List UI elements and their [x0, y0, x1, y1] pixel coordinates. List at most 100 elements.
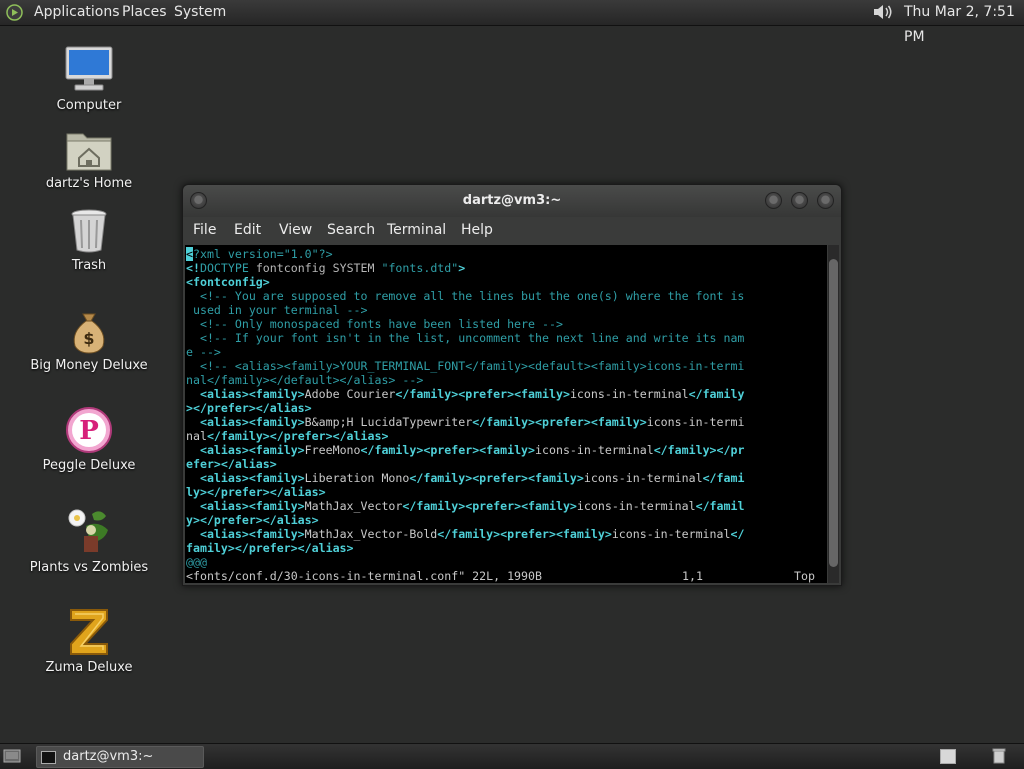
terminal-line: <alias><family>MathJax_Vector</family><p… — [186, 499, 827, 513]
svg-text:P: P — [79, 416, 99, 446]
terminal-text-segment: <alias><family> — [186, 471, 305, 485]
terminal-text-segment: DOCTYPE — [199, 261, 249, 275]
workspace-switcher[interactable] — [940, 749, 956, 764]
terminal-text-segment: icons-in-terminal — [535, 443, 654, 457]
home-folder-icon — [66, 133, 112, 171]
terminal-text-segment: <fontconfig> — [186, 275, 270, 289]
terminal-text-segment: </family><prefer><family> — [472, 415, 647, 429]
terminal-line: y></prefer></alias> — [186, 513, 827, 527]
taskbar-item-label: dartz@vm3:~ — [63, 749, 154, 764]
terminal-line: used in your terminal --> — [186, 303, 827, 317]
desktop-icon-label: Big Money Deluxe — [30, 358, 148, 373]
terminal-line: <?xml version="1.0"?> — [186, 247, 827, 261]
terminal-text-segment: <alias><family> — [186, 415, 305, 429]
scrollbar-thumb[interactable] — [829, 259, 838, 567]
show-desktop-icon[interactable] — [3, 748, 21, 764]
money-bag-icon: $ — [73, 313, 105, 354]
window-titlebar[interactable]: dartz@vm3:~ — [183, 185, 841, 217]
terminal-text-segment: </family><prefer><family> — [409, 471, 584, 485]
terminal-line: <alias><family>B&amp;H LucidaTypewriter<… — [186, 415, 827, 429]
terminal-text-segment: nal — [186, 429, 207, 443]
terminal-line: <!-- You are supposed to remove all the … — [186, 289, 827, 303]
terminal-line: ></prefer></alias> — [186, 401, 827, 415]
volume-icon[interactable] — [872, 2, 894, 22]
status-file-info: <fonts/conf.d/30-icons-in-terminal.conf"… — [186, 569, 542, 583]
terminal-text-segment: </family></prefer></alias> — [206, 429, 389, 443]
terminal-text-segment: icons-in-terminal — [576, 499, 696, 513]
menu-search[interactable]: Search — [327, 217, 375, 244]
terminal-text-segment: </family></pr — [653, 443, 745, 457]
terminal-buffer: <?xml version="1.0"?> <!DOCTYPE fontconfi… — [186, 247, 827, 569]
desktop-icon-label: dartz's Home — [45, 176, 133, 191]
terminal-text-segment: icons-in-terminal — [569, 387, 689, 401]
close-button[interactable] — [817, 192, 834, 209]
computer-icon — [65, 46, 113, 91]
terminal-window[interactable]: dartz@vm3:~ File Edit View Search Termin… — [182, 184, 842, 586]
terminal-text-segment: icons-in-terminal — [611, 527, 731, 541]
terminal-line: family></prefer></alias> — [186, 541, 827, 555]
terminal-text-segment: <! — [186, 261, 200, 275]
clock[interactable]: Thu Mar 2, 7:51 PM — [904, 0, 1024, 50]
terminal-text-segment: <!-- Only monospaced fonts have been lis… — [186, 317, 563, 331]
desktop-icon-label: Plants vs Zombies — [29, 560, 149, 575]
trash-applet-icon[interactable] — [990, 748, 1008, 764]
top-panel: Applications Places System Thu Mar 2, 7:… — [0, 0, 1024, 45]
desktop-icon-peggle[interactable]: P Peggle Deluxe — [29, 406, 149, 473]
terminal-line: <alias><family>MathJax_Vector-Bold</fami… — [186, 527, 827, 541]
menu-edit[interactable]: Edit — [234, 217, 261, 244]
terminal-line: nal</family></prefer></alias> — [186, 429, 827, 443]
menu-applications[interactable]: Applications — [34, 0, 120, 25]
desktop-icon-big-money[interactable]: $ Big Money Deluxe — [29, 310, 149, 373]
terminal-text-segment: MathJax_Vector — [304, 499, 403, 513]
desktop-icon-zuma[interactable]: Zuma Deluxe — [29, 606, 149, 675]
terminal-text-segment: fontconfig SYSTEM — [248, 261, 382, 275]
terminal-text-segment: ly></prefer></alias> — [186, 485, 326, 499]
terminal-text-segment: icons-in-termi — [646, 415, 745, 429]
minimize-button[interactable] — [765, 192, 782, 209]
terminal-line: <!-- <alias><family>YOUR_TERMINAL_FONT</… — [186, 359, 827, 373]
plants-vs-zombies-icon — [68, 509, 108, 552]
terminal-text-segment: <alias><family> — [186, 443, 305, 457]
terminal-text-area[interactable]: <?xml version="1.0"?> <!DOCTYPE fontconfi… — [185, 245, 827, 583]
terminal-text-segment: "fonts.dtd" — [381, 261, 459, 275]
desktop-icon-computer[interactable]: Computer — [29, 46, 149, 113]
desktop-icon-home[interactable]: dartz's Home — [29, 128, 149, 191]
menu-file[interactable]: File — [193, 217, 216, 244]
terminal-text-segment: ?xml version="1.0"?> — [192, 247, 333, 261]
menu-view[interactable]: View — [279, 217, 312, 244]
terminal-text-segment: <alias><family> — [186, 499, 305, 513]
terminal-text-segment: > — [458, 261, 466, 275]
terminal-text-segment: used in your terminal --> — [186, 303, 368, 317]
status-cursor-position: 1,1 — [682, 569, 703, 583]
terminal-text-segment: </family><prefer><family> — [437, 527, 612, 541]
desktop-icon-trash[interactable]: Trash — [29, 208, 149, 273]
terminal-text-segment: B&amp;H LucidaTypewriter — [304, 415, 473, 429]
terminal-line: e --> — [186, 345, 827, 359]
terminal-line: @@@ — [186, 555, 827, 569]
bottom-panel: dartz@vm3:~ — [0, 743, 1024, 769]
terminal-text-segment: ></prefer></alias> — [186, 401, 312, 415]
terminal-text-segment: </family><prefer><family> — [360, 443, 536, 457]
terminal-text-segment: Liberation Mono — [304, 471, 410, 485]
peggle-icon: P — [66, 407, 112, 453]
terminal-line: <alias><family>Adobe Courier</family><pr… — [186, 387, 827, 401]
terminal-line: ly></prefer></alias> — [186, 485, 827, 499]
terminal-text-segment: < — [186, 247, 193, 261]
terminal-scrollbar[interactable] — [828, 245, 839, 583]
taskbar-item-terminal[interactable]: dartz@vm3:~ — [36, 746, 204, 768]
terminal-menubar: File Edit View Search Terminal Help — [183, 217, 841, 244]
menu-terminal[interactable]: Terminal — [387, 217, 446, 244]
status-scroll-position: Top — [794, 569, 815, 583]
terminal-text-segment: family></prefer></alias> — [186, 541, 354, 555]
terminal-text-segment: </famil — [695, 499, 745, 513]
menu-places[interactable]: Places — [122, 0, 167, 25]
desktop-icon-plants-vs-zombies[interactable]: Plants vs Zombies — [29, 506, 149, 575]
terminal-text-segment: e --> — [186, 345, 221, 359]
menu-system[interactable]: System — [174, 0, 226, 25]
terminal-text-segment: </ — [730, 527, 745, 541]
terminal-text-segment: icons-in-terminal — [583, 471, 703, 485]
zuma-icon — [70, 609, 108, 655]
maximize-button[interactable] — [791, 192, 808, 209]
menu-help[interactable]: Help — [461, 217, 493, 244]
applications-menu-icon[interactable] — [6, 4, 23, 21]
